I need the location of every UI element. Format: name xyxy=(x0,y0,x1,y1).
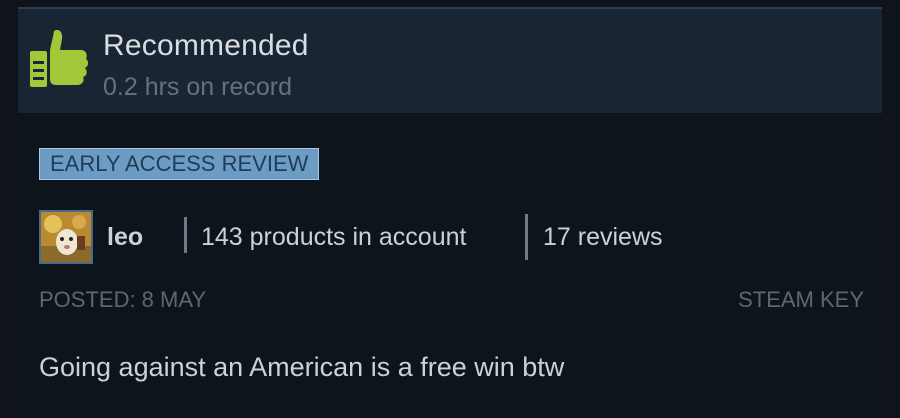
author-name[interactable]: leo xyxy=(107,223,143,252)
review-card: Recommended 0.2 hrs on record EARLY ACCE… xyxy=(18,7,882,418)
divider xyxy=(184,217,187,253)
steam-key-label: STEAM KEY xyxy=(738,287,864,312)
thumbs-up-icon xyxy=(30,29,89,87)
divider xyxy=(525,214,528,260)
recommendation-title[interactable]: Recommended xyxy=(103,29,309,63)
avatar-image xyxy=(41,212,91,262)
early-access-badge: EARLY ACCESS REVIEW xyxy=(39,148,320,180)
hours-on-record: 0.2 hrs on record xyxy=(103,73,292,101)
review-count[interactable]: 17 reviews xyxy=(543,223,663,252)
page-frame: Recommended 0.2 hrs on record EARLY ACCE… xyxy=(0,0,900,418)
author-row: leo 143 products in account 17 reviews xyxy=(39,210,879,266)
review-header[interactable]: Recommended 0.2 hrs on record xyxy=(18,7,882,113)
review-text: Going against an American is a free win … xyxy=(39,352,565,382)
avatar[interactable] xyxy=(39,210,93,264)
posted-date: POSTED: 8 MAY xyxy=(39,287,207,312)
products-in-account[interactable]: 143 products in account xyxy=(201,223,466,252)
